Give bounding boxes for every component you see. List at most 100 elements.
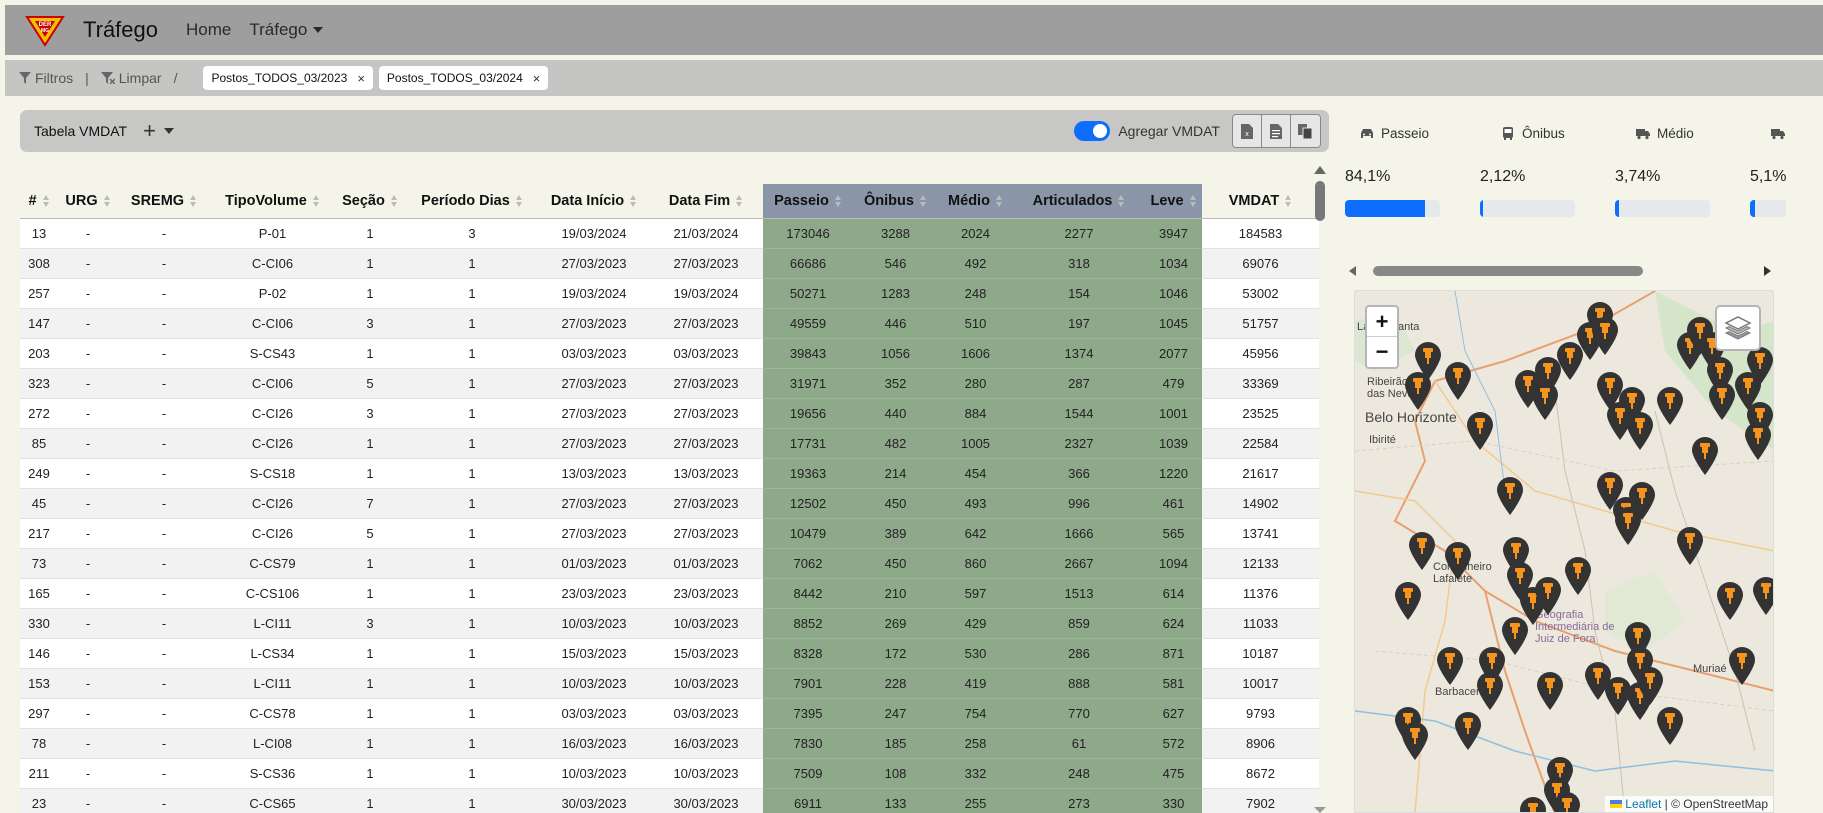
zoom-out-button[interactable]: −	[1367, 337, 1397, 367]
column-header[interactable]: Data Início	[539, 184, 649, 219]
map-marker-pin-icon[interactable]	[1745, 346, 1774, 386]
scroll-right-icon[interactable]	[1764, 266, 1771, 276]
scrollbar-thumb[interactable]	[1315, 181, 1325, 221]
column-header[interactable]: Médio	[938, 184, 1013, 219]
close-icon[interactable]: ×	[533, 71, 541, 86]
sort-icon[interactable]	[103, 194, 111, 207]
map-marker-pin-icon[interactable]	[1690, 436, 1720, 476]
map-marker-pin-icon[interactable]	[1613, 506, 1643, 546]
scrollbar-thumb[interactable]	[1373, 266, 1643, 276]
map-marker-pin-icon[interactable]	[1465, 411, 1495, 451]
map-marker-pin-icon[interactable]	[1655, 706, 1685, 746]
map-marker-pin-icon[interactable]	[1675, 526, 1705, 566]
table-row[interactable]: 153- - L-CI11 1 1 10/03/2023 10/03/2023 7901 228…	[20, 668, 1319, 699]
column-header[interactable]: Ônibus	[853, 184, 938, 219]
column-header[interactable]: Data Fim	[649, 184, 763, 219]
filtros-button[interactable]: Filtros	[19, 70, 73, 86]
map-marker-pin-icon[interactable]	[1435, 646, 1465, 686]
table-scrollbar[interactable]	[1313, 166, 1327, 813]
map-marker-pin-icon[interactable]	[1407, 531, 1437, 571]
der-mg-logo[interactable]: DER MG	[25, 13, 65, 47]
table-row[interactable]: 13- - P-01 1 3 19/03/2024 21/03/2024 173046 3288…	[20, 218, 1319, 249]
leaflet-link[interactable]: Leaflet	[1609, 797, 1665, 811]
sort-icon[interactable]	[736, 194, 743, 207]
scroll-left-icon[interactable]	[1349, 266, 1356, 276]
column-header[interactable]: Período Dias	[405, 184, 539, 219]
map-marker-pin-icon[interactable]	[1635, 666, 1665, 706]
export-csv-button[interactable]	[1262, 115, 1291, 147]
map-marker-pin-icon[interactable]	[1403, 371, 1433, 411]
column-header[interactable]: SREMG	[118, 184, 210, 219]
table-row[interactable]: 217- - C-CI26 5 1 27/03/2023 27/03/2023 10479 38…	[20, 518, 1319, 549]
map-marker-pin-icon[interactable]	[1625, 411, 1655, 451]
map-marker-pin-icon[interactable]	[1751, 576, 1774, 616]
column-header[interactable]: URG	[58, 184, 118, 219]
sort-icon[interactable]	[630, 194, 637, 207]
table-row[interactable]: 85- - C-CI26 1 1 27/03/2023 27/03/2023 17731 482…	[20, 428, 1319, 459]
sort-icon[interactable]	[515, 194, 523, 207]
nav-home[interactable]: Home	[186, 20, 231, 40]
table-row[interactable]: 211- - S-CS36 1 1 10/03/2023 10/03/2023 7509 108…	[20, 758, 1319, 789]
table-row[interactable]: 330- - L-CI11 3 1 10/03/2023 10/03/2023 8852 269…	[20, 608, 1319, 639]
map-marker-pin-icon[interactable]	[1475, 671, 1505, 711]
table-row[interactable]: 45- - C-CI26 7 1 27/03/2023 27/03/2023 12502 450…	[20, 488, 1319, 519]
scroll-down-icon[interactable]	[1314, 807, 1326, 813]
table-row[interactable]: 323- - C-CI06 5 1 27/03/2023 27/03/2023 31971 35…	[20, 368, 1319, 399]
sort-icon[interactable]	[919, 194, 927, 207]
map-marker-pin-icon[interactable]	[1443, 541, 1473, 581]
copy-button[interactable]	[1291, 115, 1320, 147]
map-marker-pin-icon[interactable]	[1727, 646, 1757, 686]
map-marker-pin-icon[interactable]	[1563, 556, 1593, 596]
scroll-up-icon[interactable]	[1314, 166, 1326, 174]
map-marker-pin-icon[interactable]	[1715, 581, 1745, 621]
column-header[interactable]: #	[20, 184, 58, 219]
sort-icon[interactable]	[390, 194, 398, 207]
map-marker-pin-icon[interactable]	[1535, 671, 1565, 711]
table-row[interactable]: 78- - L-CI08 1 1 16/03/2023 16/03/2023 7830 185 2…	[20, 728, 1319, 759]
table-row[interactable]: 297- - C-CS78 1 1 03/03/2023 03/03/2023 7395 247…	[20, 698, 1319, 729]
table-row[interactable]: 23- - C-CS65 1 1 30/03/2023 30/03/2023 6911 133 2…	[20, 788, 1319, 813]
nav-trafego-dropdown[interactable]: Tráfego	[249, 20, 324, 40]
map-marker-pin-icon[interactable]	[1400, 721, 1430, 761]
layers-button[interactable]	[1715, 305, 1761, 351]
column-header[interactable]: Leve	[1145, 184, 1202, 219]
table-row[interactable]: 308- - C-CI06 1 1 27/03/2023 27/03/2023 66686 54…	[20, 248, 1319, 279]
sort-icon[interactable]	[42, 194, 50, 207]
map-marker-pin-icon[interactable]	[1552, 791, 1582, 813]
filter-chip[interactable]: Postos_TODOS_03/2024 ×	[378, 66, 549, 90]
column-header[interactable]: Passeio	[763, 184, 853, 219]
sort-icon[interactable]	[190, 194, 197, 207]
map-marker-pin-icon[interactable]	[1495, 476, 1525, 516]
stats-scrollbar[interactable]	[1345, 264, 1775, 278]
table-row[interactable]: 272- - C-CI26 3 1 27/03/2023 27/03/2023 19656 44…	[20, 398, 1319, 429]
table-row[interactable]: 146- - L-CS34 1 1 15/03/2023 15/03/2023 8328 172…	[20, 638, 1319, 669]
map-marker-pin-icon[interactable]	[1453, 711, 1483, 751]
table-row[interactable]: 147- - C-CI06 3 1 27/03/2023 27/03/2023 49559 44…	[20, 308, 1319, 339]
sort-icon[interactable]	[312, 194, 320, 207]
map-marker-pin-icon[interactable]	[1590, 316, 1620, 356]
map-marker-pin-icon[interactable]	[1743, 421, 1773, 461]
sort-icon[interactable]	[995, 194, 1003, 207]
sort-icon[interactable]	[1118, 194, 1125, 207]
column-header[interactable]: Seção	[335, 184, 405, 219]
column-header[interactable]: TipoVolume	[210, 184, 335, 219]
close-icon[interactable]: ×	[357, 71, 365, 86]
table-row[interactable]: 249- - S-CS18 1 1 13/03/2023 13/03/2023 19363 21…	[20, 458, 1319, 489]
filter-chip[interactable]: Postos_TODOS_03/2023 ×	[203, 66, 373, 90]
table-row[interactable]: 165- - C-CS106 1 1 23/03/2023 23/03/2023 8442 21…	[20, 578, 1319, 609]
zoom-in-button[interactable]: +	[1367, 307, 1397, 337]
map-marker-pin-icon[interactable]	[1443, 361, 1473, 401]
map-marker-pin-icon[interactable]	[1393, 581, 1423, 621]
export-excel-button[interactable]: x	[1233, 115, 1262, 147]
map-marker-pin-icon[interactable]	[1518, 796, 1548, 813]
sort-icon[interactable]	[1189, 194, 1197, 207]
sort-icon[interactable]	[834, 194, 842, 207]
table-row[interactable]: 257- - P-02 1 1 19/03/2024 19/03/2024 50271 1283…	[20, 278, 1319, 309]
map-marker-pin-icon[interactable]	[1533, 576, 1563, 616]
column-header[interactable]: Articulados	[1013, 184, 1145, 219]
map-marker-pin-icon[interactable]	[1530, 381, 1560, 421]
app-title[interactable]: Tráfego	[83, 17, 158, 43]
map-marker-pin-icon[interactable]	[1655, 386, 1685, 426]
add-dropdown-button[interactable]: +	[143, 118, 174, 144]
table-row[interactable]: 203- - S-CS43 1 1 03/03/2023 03/03/2023 39843 10…	[20, 338, 1319, 369]
